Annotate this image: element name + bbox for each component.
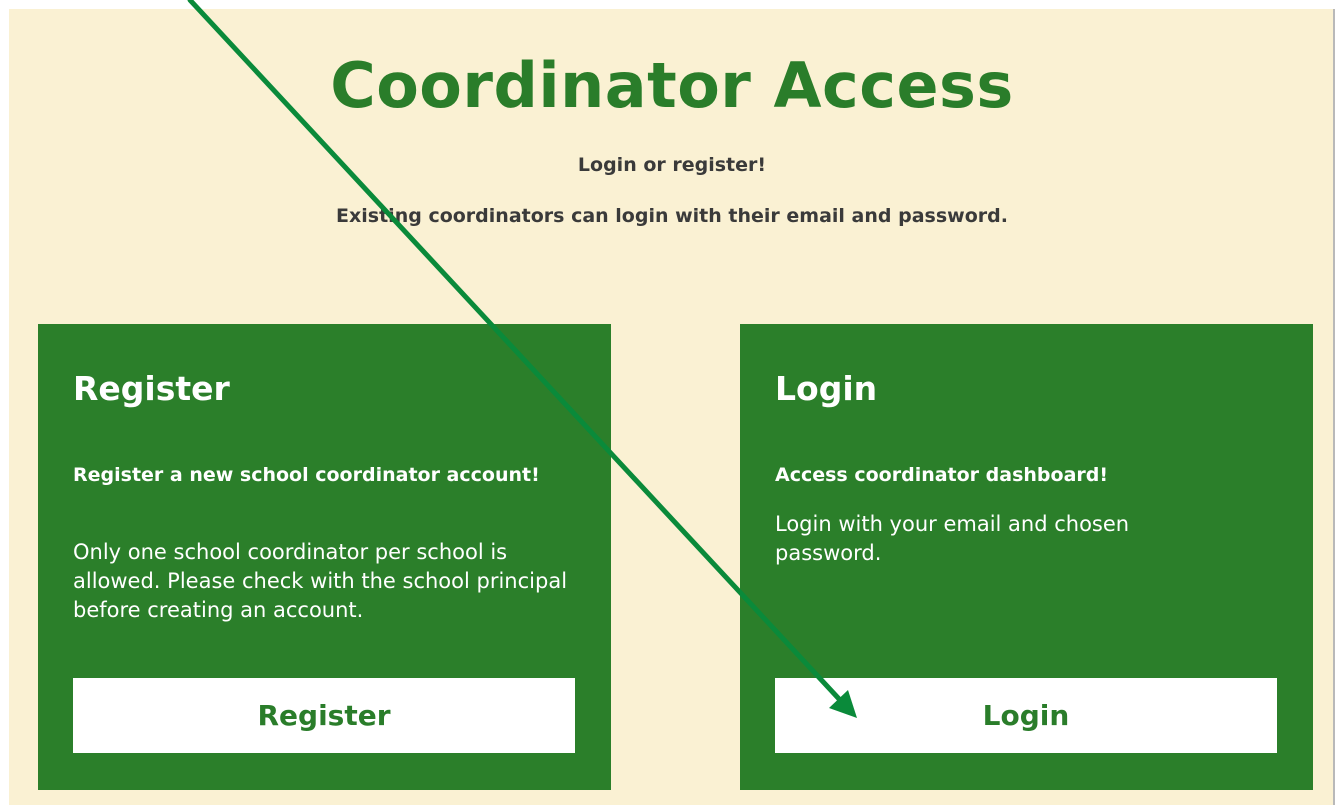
- login-card: Login Access coordinator dashboard! Logi…: [740, 324, 1313, 790]
- page-frame: Coordinator Access Login or register! Ex…: [9, 9, 1335, 805]
- register-card-title: Register: [73, 369, 230, 408]
- register-card: Register Register a new school coordinat…: [38, 324, 611, 790]
- register-button[interactable]: Register: [73, 678, 575, 753]
- login-button[interactable]: Login: [775, 678, 1277, 753]
- register-card-text: Only one school coordinator per school i…: [73, 540, 568, 622]
- login-card-text: Login with your email and chosen passwor…: [775, 512, 1130, 565]
- register-card-lead: Register a new school coordinator accoun…: [73, 464, 540, 486]
- page-description: Existing coordinators can login with the…: [336, 205, 1008, 227]
- page-subtitle: Login or register!: [577, 154, 767, 176]
- page-title: Coordinator Access: [330, 49, 1014, 122]
- login-card-title: Login: [775, 369, 878, 408]
- login-card-lead: Access coordinator dashboard!: [775, 464, 1109, 486]
